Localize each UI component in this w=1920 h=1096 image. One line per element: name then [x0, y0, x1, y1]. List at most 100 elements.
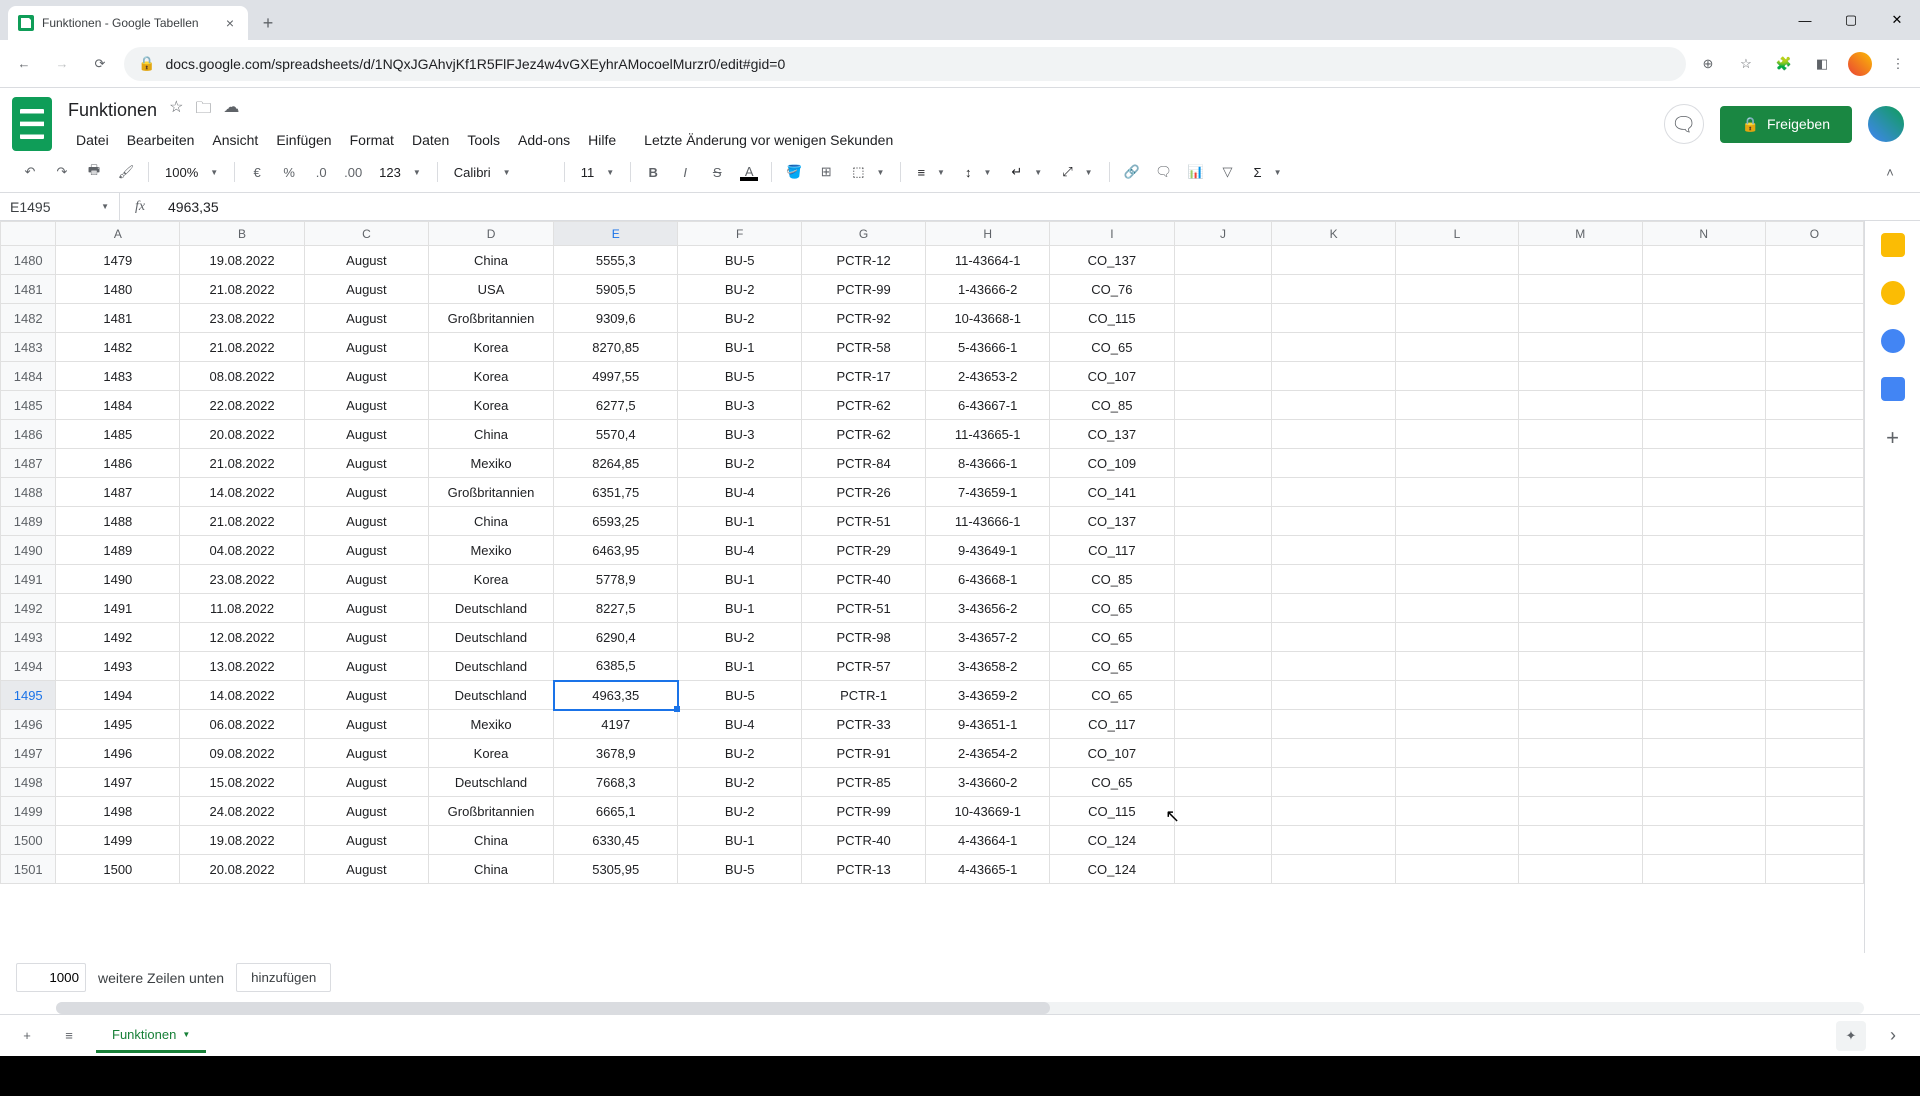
text-rotation-button[interactable]: ⤢ [1054, 158, 1100, 186]
cell[interactable]: CO_76 [1050, 275, 1174, 304]
cell[interactable]: 24.08.2022 [180, 797, 305, 826]
cell[interactable]: 6-43667-1 [926, 391, 1050, 420]
cell[interactable]: 12.08.2022 [180, 623, 305, 652]
row-header[interactable]: 1500 [1, 826, 56, 855]
cell[interactable] [1642, 391, 1765, 420]
cell[interactable]: 20.08.2022 [180, 420, 305, 449]
reload-button[interactable]: ⟳ [86, 50, 114, 78]
cell[interactable]: BU-2 [678, 768, 802, 797]
close-window-button[interactable]: ✕ [1874, 0, 1920, 40]
cell[interactable]: BU-2 [678, 275, 802, 304]
cell[interactable] [1272, 507, 1395, 536]
cell[interactable]: BU-4 [678, 710, 802, 739]
cell[interactable]: CO_107 [1050, 739, 1174, 768]
row-header[interactable]: 1483 [1, 333, 56, 362]
cell[interactable] [1519, 362, 1642, 391]
text-color-button[interactable]: A [735, 158, 763, 186]
cell[interactable] [1765, 652, 1863, 681]
forward-button[interactable]: → [48, 50, 76, 78]
cell[interactable] [1519, 623, 1642, 652]
cell[interactable] [1395, 855, 1518, 884]
cell[interactable]: 21.08.2022 [180, 275, 305, 304]
cell[interactable]: CO_85 [1050, 391, 1174, 420]
all-sheets-button[interactable]: ≡ [54, 1021, 84, 1051]
cell[interactable]: 1493 [56, 652, 180, 681]
cell[interactable]: 23.08.2022 [180, 304, 305, 333]
cell[interactable]: 4197 [554, 710, 678, 739]
cell[interactable]: 5905,5 [554, 275, 678, 304]
cell[interactable]: PCTR-51 [802, 507, 926, 536]
extension-pin-icon[interactable]: ◧ [1810, 52, 1834, 76]
cell[interactable] [1519, 594, 1642, 623]
calendar-icon[interactable] [1881, 233, 1905, 257]
cell[interactable] [1765, 536, 1863, 565]
cell[interactable]: 7668,3 [554, 768, 678, 797]
cell[interactable] [1395, 739, 1518, 768]
contacts-icon[interactable] [1881, 377, 1905, 401]
cell[interactable]: 6277,5 [554, 391, 678, 420]
minimize-button[interactable]: — [1782, 0, 1828, 40]
cell[interactable] [1395, 710, 1518, 739]
row-header[interactable]: 1501 [1, 855, 56, 884]
name-box[interactable]: E1495 [0, 193, 120, 220]
cell[interactable]: 3678,9 [554, 739, 678, 768]
cell[interactable] [1272, 652, 1395, 681]
cell[interactable]: 9-43649-1 [926, 536, 1050, 565]
cell[interactable]: CO_85 [1050, 565, 1174, 594]
cell[interactable] [1395, 275, 1518, 304]
cell[interactable]: PCTR-40 [802, 565, 926, 594]
cell[interactable]: Mexiko [428, 449, 553, 478]
cell[interactable] [1174, 768, 1272, 797]
cell[interactable]: CO_65 [1050, 333, 1174, 362]
cell[interactable] [1272, 768, 1395, 797]
menu-daten[interactable]: Daten [404, 128, 457, 152]
sheet-tab-active[interactable]: Funktionen [96, 1019, 206, 1053]
cell[interactable] [1765, 826, 1863, 855]
currency-button[interactable]: € [243, 158, 271, 186]
font-select[interactable]: Calibri [446, 158, 556, 186]
cell[interactable]: BU-5 [678, 362, 802, 391]
cell[interactable]: Deutschland [428, 681, 553, 710]
cell[interactable]: August [304, 304, 428, 333]
cell[interactable]: Mexiko [428, 536, 553, 565]
cell[interactable] [1519, 333, 1642, 362]
cell[interactable]: August [304, 333, 428, 362]
decrease-decimal-button[interactable]: .0 [307, 158, 335, 186]
cell[interactable] [1174, 710, 1272, 739]
cell[interactable] [1272, 623, 1395, 652]
cell[interactable] [1272, 478, 1395, 507]
cell[interactable]: August [304, 565, 428, 594]
cell[interactable]: CO_65 [1050, 768, 1174, 797]
row-header[interactable]: 1480 [1, 246, 56, 275]
extensions-icon[interactable]: 🧩 [1772, 52, 1796, 76]
cell[interactable]: 14.08.2022 [180, 478, 305, 507]
cell[interactable] [1519, 855, 1642, 884]
cell[interactable]: 15.08.2022 [180, 768, 305, 797]
cell[interactable] [1174, 304, 1272, 333]
cell[interactable] [1174, 681, 1272, 710]
cell[interactable]: August [304, 391, 428, 420]
cell[interactable]: August [304, 797, 428, 826]
cell[interactable] [1642, 623, 1765, 652]
zoom-select[interactable]: 100% [157, 158, 226, 186]
cell[interactable]: PCTR-85 [802, 768, 926, 797]
functions-button[interactable]: Σ [1246, 158, 1290, 186]
cell[interactable]: CO_65 [1050, 594, 1174, 623]
cell[interactable]: 21.08.2022 [180, 333, 305, 362]
insert-link-button[interactable]: 🔗 [1118, 158, 1146, 186]
cell[interactable] [1272, 304, 1395, 333]
cell[interactable] [1395, 768, 1518, 797]
star-icon[interactable]: ☆ [169, 97, 183, 124]
cell[interactable]: 08.08.2022 [180, 362, 305, 391]
cell[interactable]: Korea [428, 391, 553, 420]
cell[interactable] [1272, 333, 1395, 362]
horizontal-align-button[interactable]: ≡ [909, 158, 953, 186]
cell[interactable]: BU-2 [678, 797, 802, 826]
explore-button[interactable]: ✦ [1836, 1021, 1866, 1051]
cell[interactable]: 3-43656-2 [926, 594, 1050, 623]
menu-add-ons[interactable]: Add-ons [510, 128, 578, 152]
cell[interactable]: 04.08.2022 [180, 536, 305, 565]
cell[interactable] [1642, 739, 1765, 768]
cell[interactable]: PCTR-17 [802, 362, 926, 391]
cell[interactable]: 9309,6 [554, 304, 678, 333]
